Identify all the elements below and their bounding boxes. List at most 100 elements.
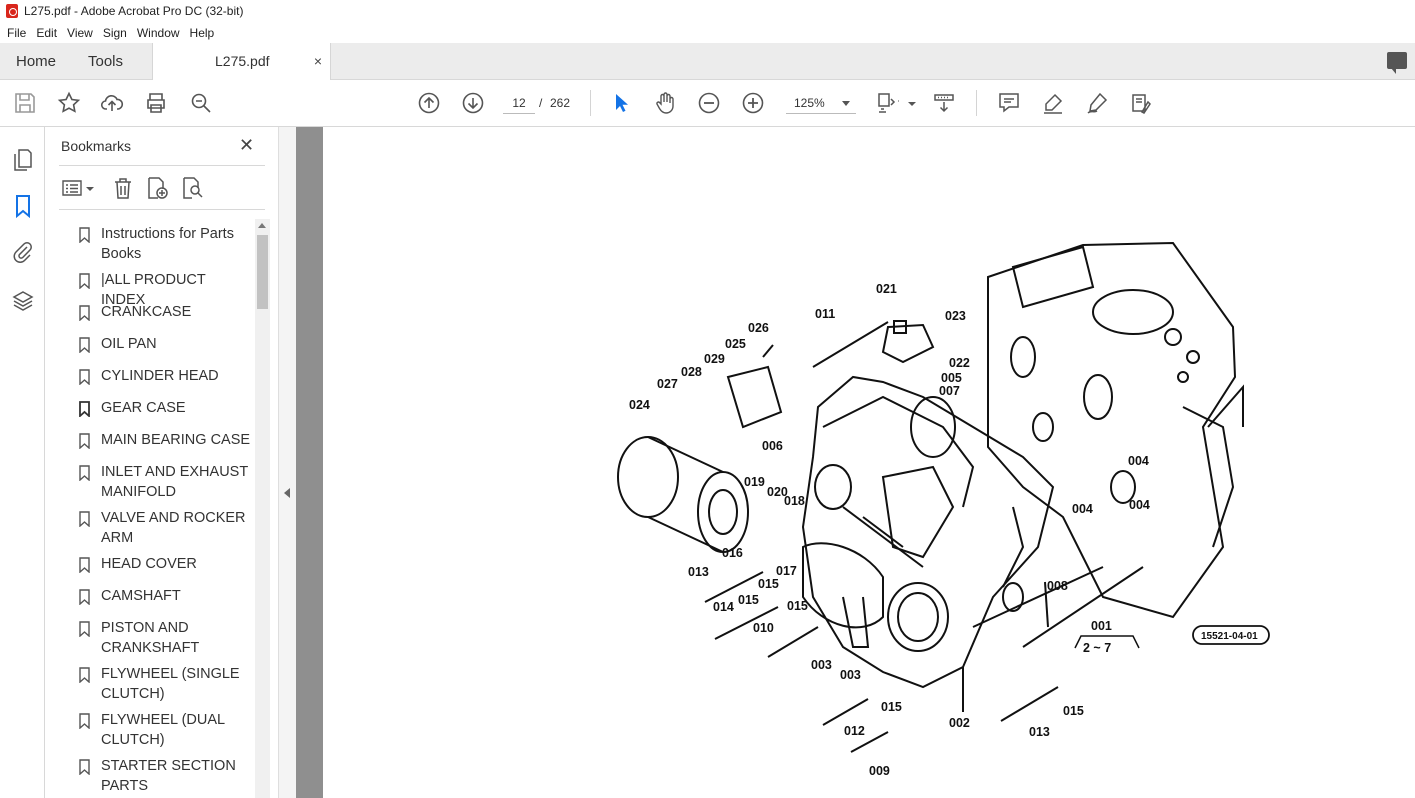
select-cursor-icon[interactable] [609,91,633,115]
scrollbar-thumb[interactable] [257,235,268,309]
part-label: 019 [744,475,765,489]
print-icon[interactable] [144,91,168,115]
zoom-level-select[interactable]: 125% [786,92,856,114]
bookmark-label: FLYWHEEL (SINGLE CLUTCH) [101,666,240,702]
tab-document[interactable]: L275.pdf × [152,43,331,80]
attachment-icon[interactable] [11,240,35,264]
part-label: 002 [949,716,970,730]
part-label: 004 [1128,454,1149,468]
bookmark-scrollbar[interactable] [255,219,270,798]
next-page-button[interactable] [461,91,485,115]
divider [59,165,265,166]
trash-icon[interactable] [111,176,135,200]
part-label: 024 [629,398,650,412]
bookmark-icon [79,589,90,605]
bookmark-label: CRANKCASE [101,304,192,320]
part-label: 015 [738,593,759,607]
menu-help[interactable]: Help [185,26,220,40]
comment-icon[interactable] [1387,52,1407,74]
zoom-in-button[interactable] [741,91,765,115]
redact-tool-icon[interactable] [1129,91,1153,115]
part-label: 005 [941,371,962,385]
bookmark-icon [79,273,90,289]
part-label: 026 [748,321,769,335]
bookmark-icon [79,337,90,353]
panel-collapse-handle[interactable] [278,127,296,798]
toolbar-divider [590,90,591,116]
menu-window[interactable]: Window [132,26,185,40]
menu-sign[interactable]: Sign [98,26,132,40]
zoom-out-button[interactable] [697,91,721,115]
bookmark-label: PISTON AND CRANKSHAFT [101,620,200,656]
close-tab-button[interactable]: × [314,43,322,80]
part-label: 001 [1091,619,1112,633]
document-viewer[interactable]: 2 ~ 7 15521-04-01 021 023 011 026 022 02… [296,127,1415,798]
zoom-level-value: 125% [794,96,825,110]
bookmark-icon [79,227,90,243]
bookmark-panel-icon[interactable] [11,194,35,219]
page-separator: / [539,96,543,110]
fit-page-icon[interactable] [875,91,901,115]
part-label: 011 [815,307,835,321]
bookmarks-title: Bookmarks [61,138,132,154]
divider [59,209,265,210]
scroll-mode-icon[interactable] [932,91,956,115]
part-label: 013 [688,565,709,579]
menu-bar: File Edit View Sign Window Help [0,22,1415,43]
part-label: 028 [681,365,702,379]
previous-page-button[interactable] [417,91,441,115]
star-icon[interactable] [57,91,81,115]
menu-view[interactable]: View [62,26,98,40]
part-label: 010 [753,621,774,635]
bookmark-label: MAIN BEARING CASE [101,432,251,448]
zoom-search-icon[interactable] [189,91,213,115]
menu-file[interactable]: File [2,26,31,40]
tab-row: Home Tools L275.pdf × [0,43,1415,80]
part-label: 009 [869,764,890,778]
save-icon[interactable] [13,91,37,115]
part-label: 003 [840,668,861,682]
tab-tools[interactable]: Tools [88,43,123,80]
bookmarks-panel: Bookmarks ✕ Instructions for Parts Books… [45,127,278,798]
part-label: 018 [784,494,805,508]
cloud-upload-icon[interactable] [100,91,124,115]
tab-home[interactable]: Home [16,43,56,80]
part-label: 015 [1063,704,1084,718]
bookmark-icon [79,713,90,729]
part-label: 015 [758,577,779,591]
part-label: 017 [776,564,797,578]
toolbar-divider [976,90,977,116]
add-bookmark-icon[interactable] [145,176,169,200]
bookmark-icon [79,305,90,321]
search-bookmark-icon[interactable] [180,176,204,200]
part-label: 013 [1029,725,1050,739]
part-label: 006 [762,439,783,453]
bookmark-icon [79,401,90,417]
page-number-input[interactable]: 12 [503,92,535,114]
part-label: 022 [949,356,970,370]
comment-note-icon[interactable] [997,91,1021,115]
bookmark-label: GEAR CASE [101,400,186,416]
bookmark-icon [79,465,90,481]
bookmark-options-icon[interactable] [61,176,95,200]
part-label: 012 [844,724,865,738]
chevron-down-icon[interactable] [900,91,916,115]
close-panel-button[interactable]: ✕ [239,135,254,156]
hand-tool-icon[interactable] [653,91,677,115]
part-label: 014 [713,600,734,614]
page-thumbnails-icon[interactable] [11,148,35,172]
bookmark-icon [79,621,90,637]
layers-icon[interactable] [11,289,35,313]
highlight-pen-icon[interactable] [1041,91,1065,115]
bookmark-icon [79,369,90,385]
part-label: 029 [704,352,725,366]
part-label: 008 [1047,579,1068,593]
bookmark-label: CAMSHAFT [101,588,181,604]
acrobat-logo-icon [6,4,18,18]
bookmark-label: HEAD COVER [101,556,197,572]
sign-pen-icon[interactable] [1085,91,1109,115]
menu-edit[interactable]: Edit [31,26,62,40]
scroll-up-arrow-icon[interactable] [258,223,266,228]
bookmark-icon [79,667,90,683]
collapse-arrow-icon [284,488,290,498]
